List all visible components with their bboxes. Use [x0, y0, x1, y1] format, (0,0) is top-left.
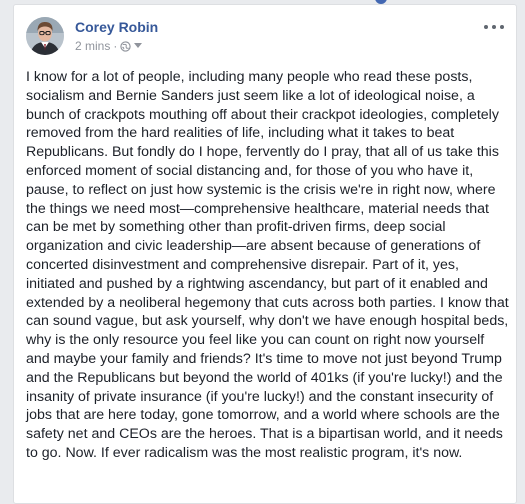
more-dot-1	[484, 25, 488, 29]
more-options-icon[interactable]	[484, 21, 504, 33]
avatar-photo	[26, 17, 64, 55]
more-dot-3	[500, 25, 504, 29]
meta-separator: ·	[113, 39, 118, 53]
more-dot-2	[492, 25, 496, 29]
post-card: Corey Robin 2 mins · I know for a lot of…	[13, 4, 517, 504]
post-timestamp[interactable]: 2 mins	[75, 39, 110, 53]
globe-icon[interactable]	[120, 40, 132, 52]
post-meta: 2 mins ·	[75, 39, 143, 53]
caret-down-icon[interactable]	[134, 43, 143, 49]
author-name[interactable]: Corey Robin	[75, 19, 158, 35]
post-body: I know for a lot of people, including ma…	[26, 69, 509, 461]
avatar[interactable]	[26, 17, 64, 55]
